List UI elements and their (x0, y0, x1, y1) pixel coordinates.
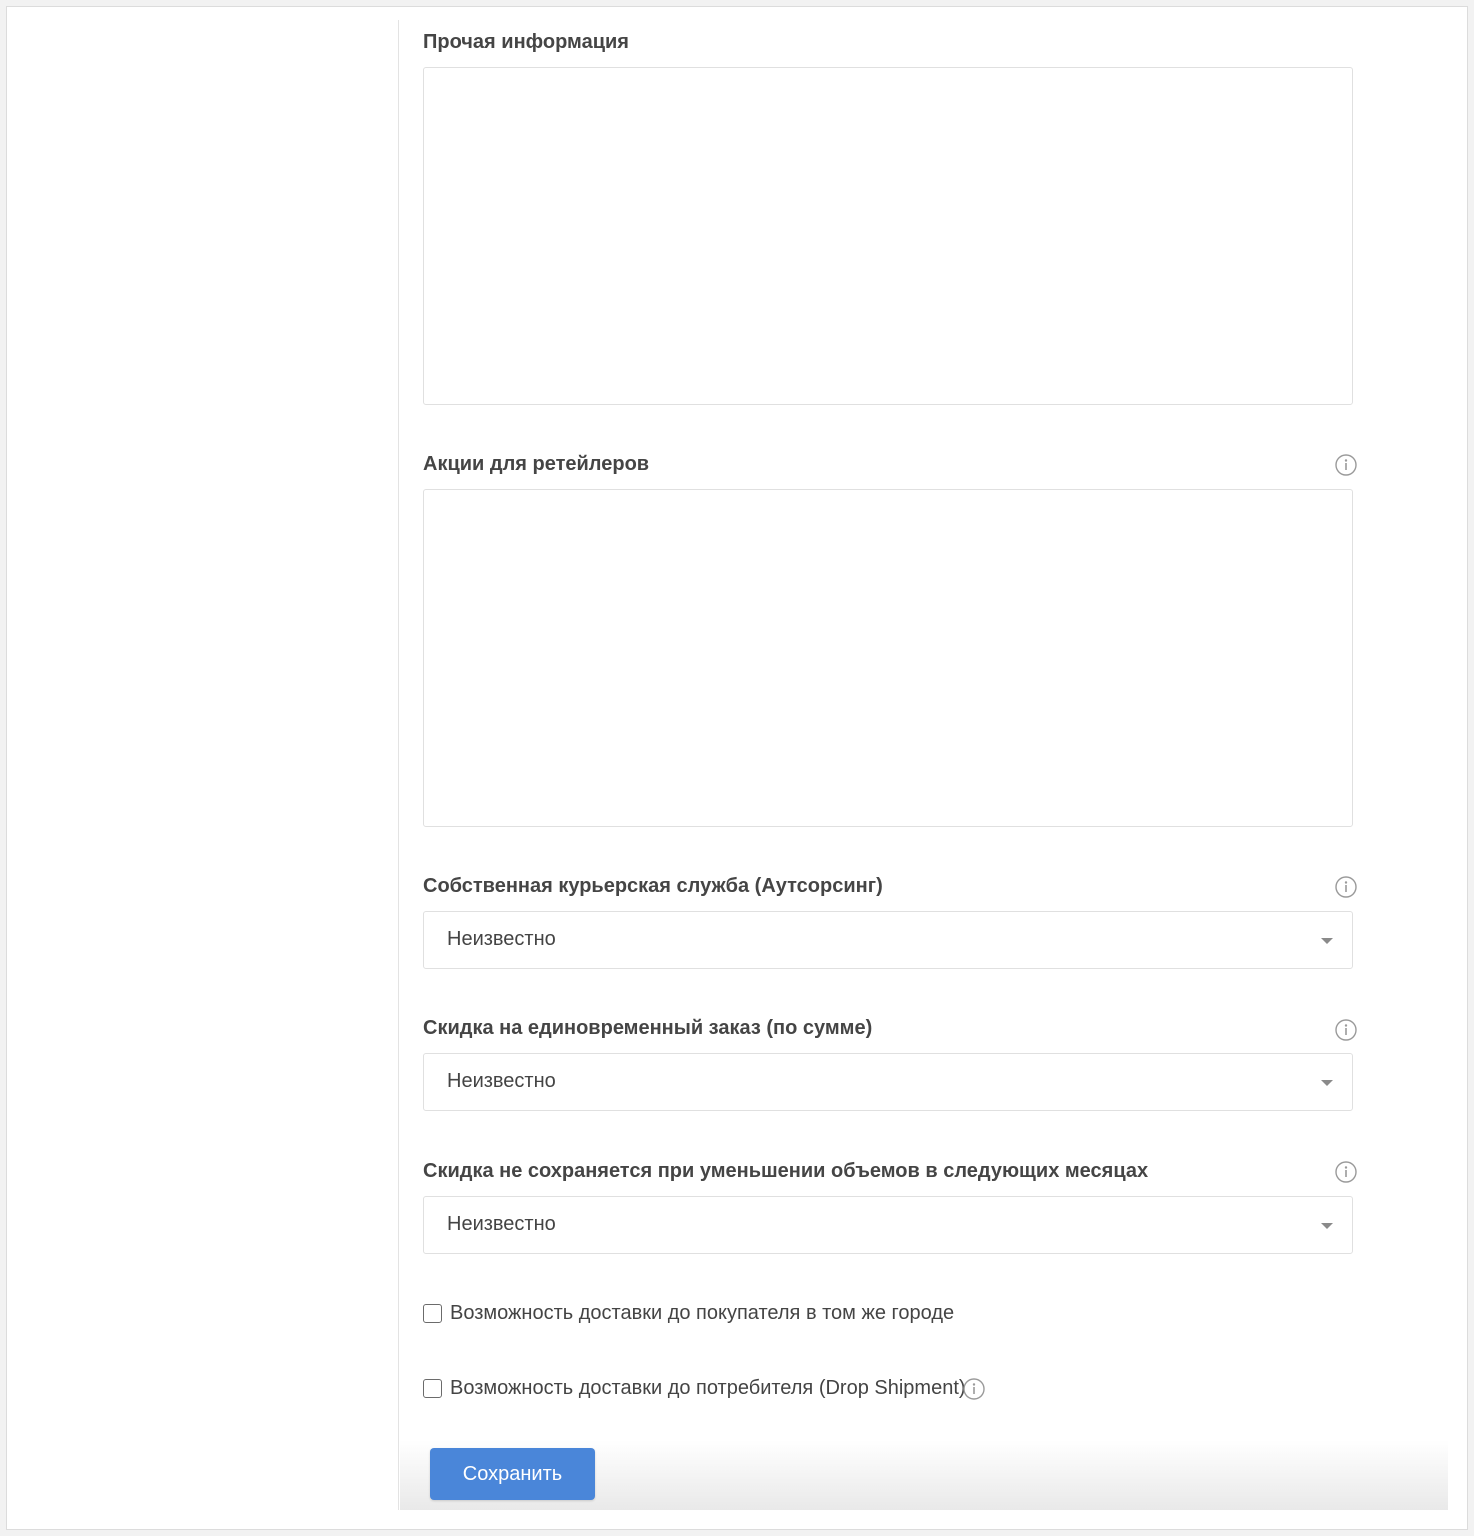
same-city-delivery-checkbox[interactable] (423, 1304, 442, 1323)
info-icon[interactable] (1335, 1019, 1357, 1041)
sidebar (6, 20, 399, 1510)
select-value: Неизвестно (447, 928, 556, 950)
drop-shipment-label[interactable]: Возможность доставки до потребителя (Dro… (450, 1377, 966, 1400)
discount-not-kept-label: Скидка не сохраняется при уменьшении объ… (423, 1160, 1149, 1182)
one-time-discount-label: Скидка на единовременный заказ (по сумме… (423, 1017, 873, 1039)
courier-service-label: Собственная курьерская служба (Аутсорсин… (423, 875, 883, 897)
select-value: Неизвестно (447, 1070, 556, 1092)
drop-shipment-checkbox[interactable] (423, 1379, 442, 1398)
discount-not-kept-select[interactable]: Неизвестно (423, 1196, 1353, 1254)
one-time-discount-select[interactable]: Неизвестно (423, 1053, 1353, 1111)
other-info-textarea[interactable] (423, 67, 1353, 405)
info-icon[interactable] (963, 1378, 985, 1400)
chevron-down-icon (1321, 938, 1333, 944)
retailer-promos-textarea[interactable] (423, 489, 1353, 827)
info-icon[interactable] (1335, 1161, 1357, 1183)
select-value: Неизвестно (447, 1213, 556, 1235)
other-info-label: Прочая информация (423, 31, 629, 53)
retailer-promos-label: Акции для ретейлеров (423, 453, 650, 475)
info-icon[interactable] (1335, 454, 1357, 476)
same-city-delivery-label[interactable]: Возможность доставки до покупателя в том… (450, 1302, 954, 1325)
chevron-down-icon (1321, 1080, 1333, 1086)
chevron-down-icon (1321, 1223, 1333, 1229)
courier-service-select[interactable]: Неизвестно (423, 911, 1353, 969)
save-button[interactable]: Сохранить (430, 1448, 595, 1500)
info-icon[interactable] (1335, 876, 1357, 898)
